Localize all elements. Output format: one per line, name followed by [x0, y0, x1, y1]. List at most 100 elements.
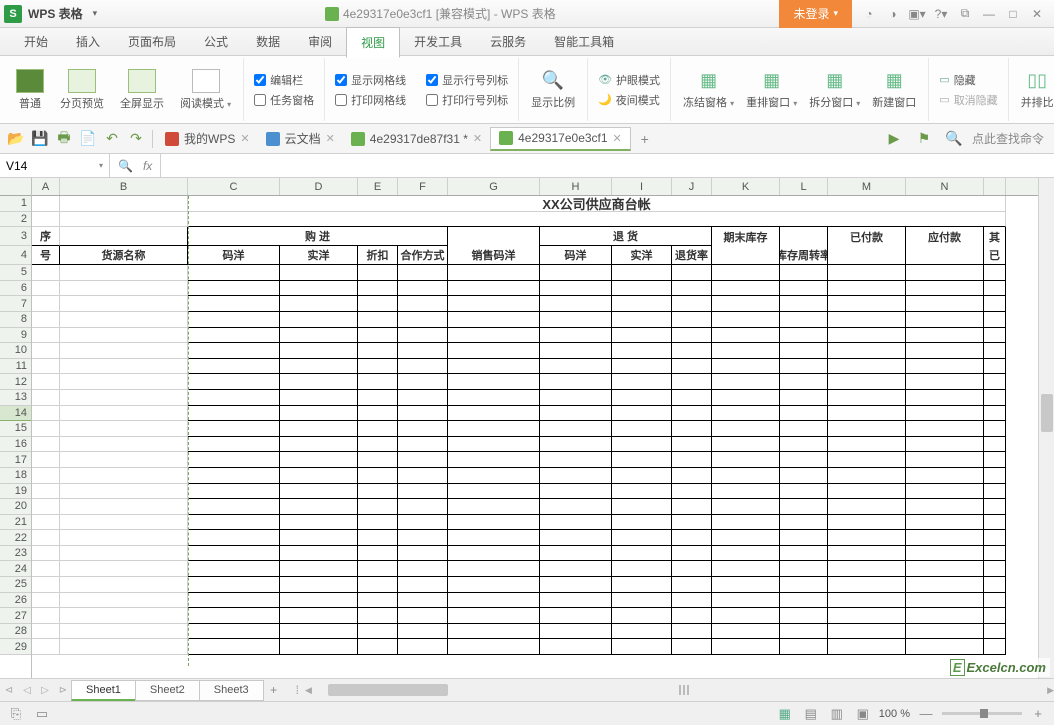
- cell[interactable]: [60, 359, 188, 375]
- cell[interactable]: [984, 561, 1006, 577]
- undo-icon[interactable]: ↶: [102, 129, 122, 149]
- cell[interactable]: [712, 608, 780, 624]
- row-header-11[interactable]: 11: [0, 359, 31, 375]
- cell[interactable]: [540, 546, 612, 562]
- cell[interactable]: [984, 281, 1006, 297]
- cell[interactable]: [672, 624, 712, 640]
- cell[interactable]: [188, 265, 280, 281]
- col-header-G[interactable]: G: [448, 178, 540, 195]
- cell[interactable]: [280, 624, 358, 640]
- cell[interactable]: [906, 499, 984, 515]
- cell[interactable]: [712, 406, 780, 422]
- cell[interactable]: [828, 281, 906, 297]
- cell[interactable]: [188, 593, 280, 609]
- cell[interactable]: 实洋: [612, 246, 672, 265]
- cell[interactable]: [612, 499, 672, 515]
- cell[interactable]: [984, 374, 1006, 390]
- cell[interactable]: [540, 281, 612, 297]
- cell[interactable]: [32, 265, 60, 281]
- cell[interactable]: [280, 328, 358, 344]
- cell[interactable]: [672, 499, 712, 515]
- check-任务窗格[interactable]: 任务窗格: [254, 92, 314, 108]
- cell[interactable]: [828, 312, 906, 328]
- cell[interactable]: [188, 359, 280, 375]
- row-header-27[interactable]: 27: [0, 608, 31, 624]
- menu-公式[interactable]: 公式: [190, 27, 242, 56]
- cell[interactable]: [398, 639, 448, 655]
- cell[interactable]: [398, 265, 448, 281]
- cell[interactable]: [448, 452, 540, 468]
- cell[interactable]: 其: [984, 227, 1006, 246]
- cell[interactable]: [828, 515, 906, 531]
- cell[interactable]: [280, 374, 358, 390]
- row-header-16[interactable]: 16: [0, 437, 31, 453]
- cell[interactable]: [712, 328, 780, 344]
- cell[interactable]: [398, 437, 448, 453]
- minimize-icon[interactable]: —: [978, 3, 1000, 25]
- cell[interactable]: [448, 561, 540, 577]
- cell[interactable]: [612, 343, 672, 359]
- cell[interactable]: 序: [32, 227, 60, 246]
- cell[interactable]: [906, 312, 984, 328]
- cell[interactable]: [60, 312, 188, 328]
- row-header-23[interactable]: 23: [0, 546, 31, 562]
- cell[interactable]: [398, 484, 448, 500]
- cell[interactable]: [188, 546, 280, 562]
- cell[interactable]: [448, 484, 540, 500]
- row-header-26[interactable]: 26: [0, 593, 31, 609]
- cell[interactable]: [398, 312, 448, 328]
- cell[interactable]: [448, 577, 540, 593]
- cell[interactable]: [448, 499, 540, 515]
- cell[interactable]: [612, 328, 672, 344]
- cell[interactable]: [780, 577, 828, 593]
- cell[interactable]: [448, 281, 540, 297]
- horizontal-scrollbar[interactable]: ◀ ▶: [305, 683, 1054, 697]
- cell[interactable]: [612, 421, 672, 437]
- cell[interactable]: [612, 281, 672, 297]
- redo-icon[interactable]: ↷: [126, 129, 146, 149]
- zoom-in-icon[interactable]: +: [1028, 705, 1048, 723]
- cell[interactable]: [358, 515, 398, 531]
- search-command-prompt[interactable]: 点此查找命令: [972, 130, 1044, 147]
- cell[interactable]: [712, 281, 780, 297]
- cell[interactable]: [32, 593, 60, 609]
- cell[interactable]: [32, 515, 60, 531]
- cell[interactable]: [280, 359, 358, 375]
- cell[interactable]: [448, 343, 540, 359]
- login-button[interactable]: 未登录 ▾: [779, 0, 852, 28]
- cell[interactable]: 码洋: [540, 246, 612, 265]
- cell[interactable]: [188, 296, 280, 312]
- row-header-12[interactable]: 12: [0, 374, 31, 390]
- cell[interactable]: [672, 593, 712, 609]
- cell[interactable]: [280, 593, 358, 609]
- cell[interactable]: [712, 374, 780, 390]
- tab-nav-prev-icon[interactable]: ◁: [18, 681, 36, 699]
- cell[interactable]: [906, 246, 984, 265]
- hide-button[interactable]: ▭隐藏: [939, 72, 997, 88]
- cell[interactable]: [780, 593, 828, 609]
- cell[interactable]: [448, 390, 540, 406]
- cell[interactable]: [358, 437, 398, 453]
- cell[interactable]: [984, 468, 1006, 484]
- cell[interactable]: [540, 577, 612, 593]
- cell[interactable]: [32, 196, 60, 212]
- app-dropdown-icon[interactable]: ▾: [89, 8, 102, 19]
- cell[interactable]: [828, 608, 906, 624]
- cell[interactable]: [780, 530, 828, 546]
- cell[interactable]: [828, 359, 906, 375]
- feedback-icon[interactable]: ◑: [882, 3, 904, 25]
- cell[interactable]: 已付款: [828, 227, 906, 246]
- cell[interactable]: [358, 421, 398, 437]
- row-header-15[interactable]: 15: [0, 421, 31, 437]
- cell[interactable]: [612, 577, 672, 593]
- row-header-22[interactable]: 22: [0, 530, 31, 546]
- cell[interactable]: [712, 296, 780, 312]
- cell[interactable]: [672, 577, 712, 593]
- tab-nav-next-icon[interactable]: ▷: [36, 681, 54, 699]
- cell[interactable]: [612, 406, 672, 422]
- check-打印行号列标[interactable]: 打印行号列标: [426, 92, 508, 108]
- cell[interactable]: [398, 328, 448, 344]
- window-拆分窗口-button[interactable]: ▦拆分窗口 ▾: [803, 66, 866, 114]
- cell[interactable]: [60, 406, 188, 422]
- cell[interactable]: 库存周转率: [780, 246, 828, 265]
